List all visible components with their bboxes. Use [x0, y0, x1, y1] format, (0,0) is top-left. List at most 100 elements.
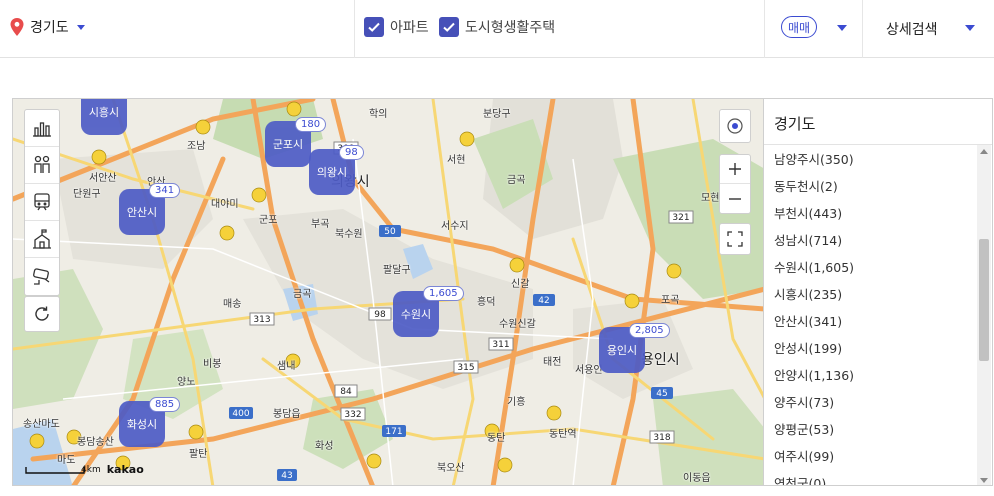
plus-icon	[729, 163, 741, 175]
chevron-down-icon[interactable]	[965, 25, 975, 31]
svg-text:321: 321	[672, 213, 689, 223]
divider	[764, 0, 765, 58]
list-item[interactable]: 시흥시(235)	[774, 280, 992, 307]
map-label: 봉담송산	[77, 437, 114, 448]
chart-icon[interactable]	[25, 110, 59, 147]
map-label: 수원신갈	[499, 319, 536, 330]
scroll-down-icon[interactable]	[980, 478, 988, 483]
map-label: 이동읍	[683, 473, 711, 484]
cluster-marker[interactable]: 시흥시	[81, 99, 127, 135]
checkbox-checked-icon[interactable]	[439, 17, 459, 37]
svg-text:50: 50	[384, 227, 396, 237]
cctv-icon[interactable]	[25, 258, 59, 295]
map-label: 비봉	[203, 359, 222, 370]
list-item[interactable]: 안양시(1,136)	[774, 361, 992, 388]
minus-icon	[729, 197, 741, 200]
map-tool-panel	[24, 109, 60, 296]
list-item[interactable]: 양평군(53)	[774, 415, 992, 442]
zoom-control	[719, 154, 751, 214]
list-item[interactable]: 양주시(73)	[774, 388, 992, 415]
svg-text:311: 311	[492, 340, 509, 350]
kakao-logo: kakao	[106, 463, 144, 476]
school-icon[interactable]	[25, 221, 59, 258]
count-badge: 885	[149, 397, 181, 412]
map-label: 조남	[187, 141, 206, 152]
svg-text:45: 45	[656, 389, 667, 399]
list-item[interactable]: 안성시(199)	[774, 334, 992, 361]
count-badge: 2,805	[629, 323, 670, 338]
map-scale: 4km kakao	[25, 463, 144, 476]
current-location-button[interactable]	[719, 109, 751, 143]
fullscreen-icon	[727, 231, 743, 247]
count-badge: 180	[295, 117, 327, 132]
zoom-in-button[interactable]	[720, 155, 750, 185]
svg-text:332: 332	[344, 410, 361, 420]
map-label: 대야미	[211, 199, 239, 210]
map-label: 단원구	[73, 189, 101, 200]
map-label: 서수지	[441, 221, 469, 232]
deal-type-badge[interactable]: 매매	[781, 16, 817, 38]
detail-search-button[interactable]: 상세검색	[886, 19, 938, 39]
chevron-down-icon[interactable]	[837, 25, 847, 31]
refresh-button[interactable]	[24, 296, 60, 332]
fullscreen-button[interactable]	[719, 223, 751, 255]
map-label: 송산마도	[23, 419, 60, 430]
map-label: 금곡	[293, 289, 312, 300]
map-label: 포곡	[661, 295, 680, 306]
people-icon[interactable]	[25, 147, 59, 184]
map-label: 서현	[447, 155, 466, 166]
map-view[interactable]: 50 98 309 313 315 311 84 332 400 171 43 …	[12, 98, 764, 486]
map-label: 팔달구	[383, 265, 411, 276]
list-item[interactable]: 성남시(714)	[774, 226, 992, 253]
map-label: 신갈	[511, 279, 530, 290]
svg-text:315: 315	[457, 363, 474, 373]
map-label: 태전	[543, 357, 562, 368]
urban-housing-label: 도시형생활주택	[465, 20, 556, 36]
subway-icon[interactable]	[25, 184, 59, 221]
map-label: 동탄역	[549, 429, 577, 440]
map-label: 샘내	[277, 361, 296, 372]
panel-title: 경기도	[764, 99, 992, 145]
svg-text:98: 98	[374, 310, 386, 320]
checkbox-checked-icon[interactable]	[364, 17, 384, 37]
scrollbar[interactable]	[977, 145, 991, 485]
map-label: 북수원	[335, 229, 363, 240]
map-label: 화성	[315, 441, 334, 452]
map-label: 동탄	[487, 433, 506, 444]
scroll-up-icon[interactable]	[980, 149, 988, 154]
svg-text:171: 171	[385, 427, 402, 437]
region-list-panel: 경기도 남양주시(350) 동두천시(2) 부천시(443) 성남시(714) …	[764, 98, 993, 486]
list-item[interactable]: 동두천시(2)	[774, 172, 992, 199]
map-label: 양노	[177, 377, 196, 388]
region-selector[interactable]: 경기도	[10, 17, 85, 37]
svg-text:84: 84	[340, 387, 352, 397]
list-item[interactable]: 남양주시(350)	[774, 145, 992, 172]
list-item[interactable]: 여주시(99)	[774, 442, 992, 469]
map-label: 북오산	[437, 463, 465, 474]
svg-text:400: 400	[232, 409, 249, 419]
scrollbar-thumb[interactable]	[979, 239, 989, 361]
list-item[interactable]: 수원시(1,605)	[774, 253, 992, 280]
apartment-checkbox[interactable]: 아파트	[364, 17, 429, 37]
apartment-label: 아파트	[390, 20, 429, 36]
list-item[interactable]: 연천군(0)	[774, 469, 992, 485]
map-label: 분당구	[483, 109, 511, 120]
svg-text:313: 313	[253, 315, 270, 325]
map-label: 모현	[701, 193, 720, 204]
map-label: 서안산	[89, 173, 117, 184]
zoom-out-button[interactable]	[720, 184, 750, 213]
map-label: 용인시	[641, 352, 680, 368]
svg-text:43: 43	[281, 471, 292, 481]
scale-label: 4km	[81, 464, 101, 475]
urban-housing-checkbox[interactable]: 도시형생활주택	[439, 17, 555, 37]
list-item[interactable]: 안산시(341)	[774, 307, 992, 334]
map-label: 기흥	[507, 397, 526, 408]
location-pin-icon	[10, 18, 24, 36]
refresh-icon	[35, 306, 49, 321]
region-list: 남양주시(350) 동두천시(2) 부천시(443) 성남시(714) 수원시(…	[764, 145, 992, 485]
map-label: 학의	[369, 109, 388, 120]
map-label: 부곡	[311, 219, 330, 230]
list-item[interactable]: 부천시(443)	[774, 199, 992, 226]
divider	[354, 0, 355, 58]
svg-text:318: 318	[653, 433, 670, 443]
